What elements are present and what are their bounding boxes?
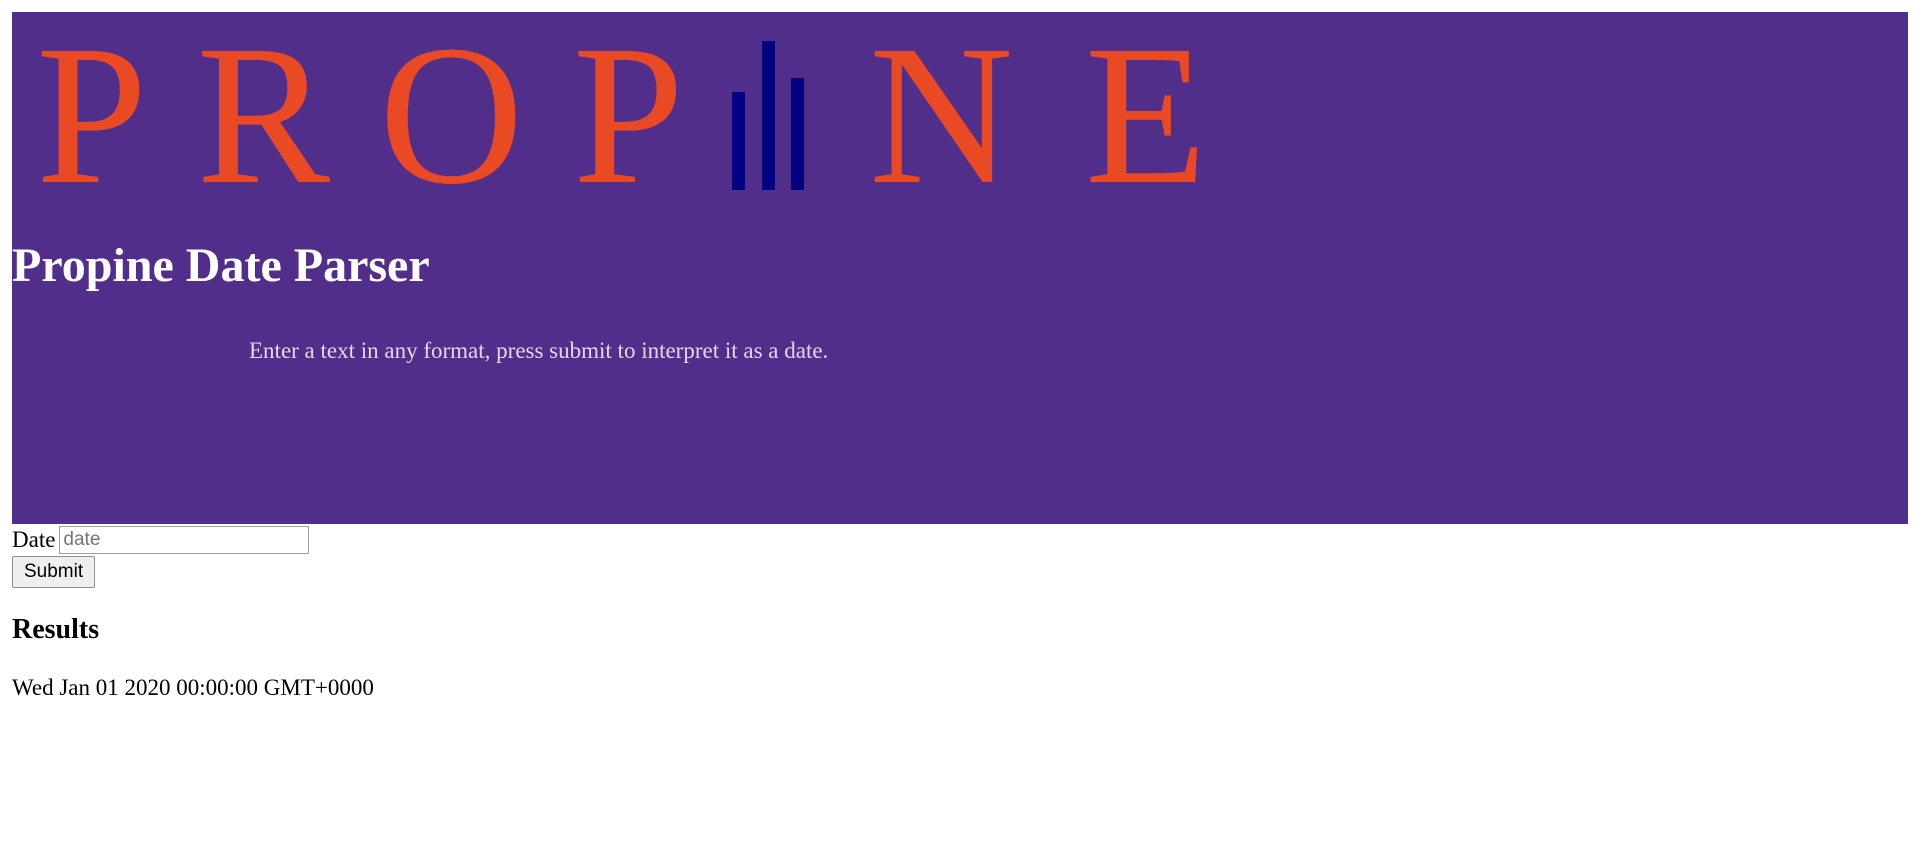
results-value: Wed Jan 01 2020 00:00:00 GMT+0000 [12,675,374,700]
page: PROP NE Propine Date Parser Enter a text… [0,0,1920,716]
logo-bars-icon [732,41,804,190]
results-heading: Results [12,614,100,645]
date-label: Date [12,527,56,552]
date-row: Date [12,524,1908,556]
date-form: Date Submit [12,524,1908,588]
page-title: Propine Date Parser [12,239,430,292]
page-subtitle: Enter a text in any format, press submit… [249,338,829,363]
submit-button[interactable]: Submit [12,556,96,588]
date-input[interactable] [59,526,310,554]
propine-logo: PROP NE [36,12,1207,212]
logo-text-right: NE [869,12,1207,212]
logo-text-left: PROP [36,12,684,212]
header-banner: PROP NE Propine Date Parser Enter a text… [12,12,1908,524]
